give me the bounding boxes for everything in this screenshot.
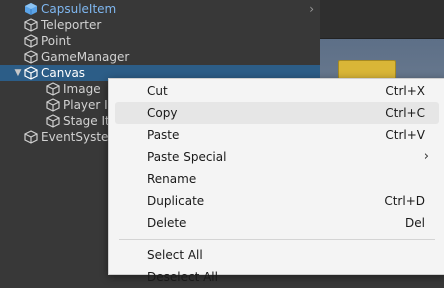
menu-item-label: Deselect All [147, 270, 218, 284]
chevron-right-icon: › [423, 149, 429, 164]
menu-item-cut[interactable]: Cut Ctrl+X [115, 80, 439, 102]
menu-item-deselect-all[interactable]: Deselect All [115, 266, 439, 288]
menu-item-rename[interactable]: Rename [115, 168, 439, 190]
scene-toolbar [320, 0, 444, 39]
expand-arrow-icon[interactable]: ▼ [12, 68, 24, 78]
hierarchy-item-label: Canvas [41, 66, 86, 80]
menu-item-paste[interactable]: Paste Ctrl+V [115, 124, 439, 146]
cube-outline-icon [24, 50, 38, 64]
prefab-cube-icon [25, 3, 37, 15]
menu-separator [119, 239, 435, 240]
hierarchy-item-label: CapsuleItem [41, 2, 117, 16]
menu-item-label: Duplicate [147, 194, 205, 208]
cube-outline-icon [24, 34, 38, 48]
hierarchy-item-label: Player It [63, 98, 113, 112]
cube-outline-icon [24, 18, 38, 32]
hierarchy-item-label: Stage It [63, 114, 110, 128]
menu-item-label: Delete [147, 216, 187, 230]
menu-item-label: Select All [147, 248, 203, 262]
menu-item-shortcut: Ctrl+C [385, 106, 425, 120]
hierarchy-item-capsuleitem[interactable]: CapsuleItem › [0, 1, 320, 17]
hierarchy-item-label: Teleporter [41, 18, 102, 32]
cube-outline-icon [46, 98, 60, 112]
menu-item-paste-special[interactable]: Paste Special › [115, 146, 439, 168]
cube-outline-icon [24, 66, 38, 80]
menu-item-shortcut: Del [405, 216, 425, 230]
hierarchy-item-gamemanager[interactable]: GameManager [0, 49, 320, 65]
hierarchy-item-label: GameManager [41, 50, 130, 64]
cube-outline-icon [24, 130, 38, 144]
menu-item-shortcut: Ctrl+D [384, 194, 425, 208]
menu-item-delete[interactable]: Delete Del [115, 212, 439, 234]
hierarchy-item-label: Image [63, 82, 101, 96]
menu-item-shortcut: Ctrl+X [385, 84, 425, 98]
hierarchy-item-label: Point [41, 34, 71, 48]
cube-outline-icon [46, 114, 60, 128]
menu-item-label: Cut [147, 84, 168, 98]
cube-outline-icon [46, 82, 60, 96]
hierarchy-item-label: EventSyste [41, 130, 109, 144]
menu-item-label: Paste Special [147, 150, 227, 164]
menu-item-label: Copy [147, 106, 178, 120]
menu-item-duplicate[interactable]: Duplicate Ctrl+D [115, 190, 439, 212]
context-menu: Cut Ctrl+X Copy Ctrl+C Paste Ctrl+V Past… [108, 78, 444, 284]
menu-item-shortcut: Ctrl+V [385, 128, 425, 142]
hierarchy-item-teleporter[interactable]: Teleporter [0, 17, 320, 33]
chevron-right-icon[interactable]: › [309, 1, 314, 17]
menu-item-select-all[interactable]: Select All [115, 244, 439, 266]
menu-item-label: Paste [147, 128, 180, 142]
hierarchy-item-point[interactable]: Point [0, 33, 320, 49]
menu-item-copy[interactable]: Copy Ctrl+C [115, 102, 439, 124]
menu-item-label: Rename [147, 172, 197, 186]
